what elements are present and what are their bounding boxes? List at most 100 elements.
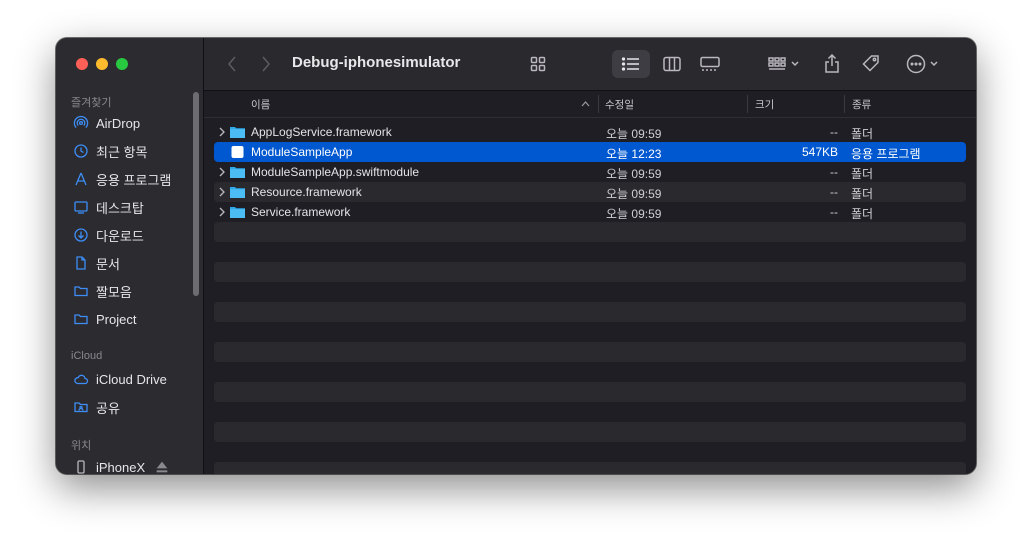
file-size: 547KB xyxy=(801,145,838,159)
window-title: Debug-iphonesimulator xyxy=(292,54,461,71)
file-row[interactable]: Resource.framework 오늘 09:59 -- 폴더 xyxy=(214,182,966,202)
share-icon xyxy=(825,54,839,73)
airdrop-icon xyxy=(72,114,90,132)
group-button[interactable] xyxy=(764,52,804,76)
ellipsis-circle-icon xyxy=(906,54,925,74)
sidebar-item-downloads[interactable]: 다운로드 xyxy=(72,224,144,246)
sidebar-item-recents[interactable]: 최근 항목 xyxy=(72,140,147,162)
gallery-icon xyxy=(700,56,720,71)
file-name: AppLogService.framework xyxy=(251,125,392,139)
sidebar-item-shared[interactable]: 공유 xyxy=(72,396,120,418)
more-actions-button[interactable] xyxy=(902,52,942,76)
window-controls xyxy=(76,58,128,70)
empty-row-stripe xyxy=(214,382,966,402)
empty-row-stripe xyxy=(214,342,966,362)
chevron-down-icon xyxy=(791,61,799,67)
sidebar-item-label: 짤모음 xyxy=(96,284,132,300)
folder-icon xyxy=(72,310,90,328)
minimize-button[interactable] xyxy=(96,58,108,70)
clock-icon xyxy=(72,142,90,160)
sidebar-item-documents[interactable]: 문서 xyxy=(72,252,120,274)
disclosure-chevron-icon[interactable] xyxy=(218,166,226,178)
file-date: 오늘 09:59 xyxy=(606,167,662,181)
eject-icon[interactable] xyxy=(154,459,170,474)
column-kind-header[interactable]: 종류 xyxy=(852,97,871,112)
empty-row-stripe xyxy=(214,262,966,282)
share-button[interactable] xyxy=(820,52,844,76)
tag-icon xyxy=(862,55,879,72)
gallery-view-button[interactable] xyxy=(696,52,724,76)
sidebar-item-label: Project xyxy=(96,311,137,327)
file-date: 오늘 09:59 xyxy=(606,207,662,221)
file-size: -- xyxy=(830,125,838,139)
file-name: ModuleSampleApp.swiftmodule xyxy=(251,165,420,179)
finder-window: 즐겨찾기 AirDrop 최근 항목 응용 프로그램 데스크탑 다운로드 문서 … xyxy=(56,38,976,474)
folder-icon xyxy=(230,187,245,198)
empty-row-stripe xyxy=(214,302,966,322)
chevron-right-icon xyxy=(262,56,270,72)
sidebar-item-label: 공유 xyxy=(96,400,120,416)
sidebar-item-label: iPhoneX xyxy=(96,459,146,475)
column-size-header[interactable]: 크기 xyxy=(755,97,774,112)
columns-icon xyxy=(663,56,681,72)
close-button[interactable] xyxy=(76,58,88,70)
sidebar-item-label: 데스크탑 xyxy=(96,200,144,216)
sidebar-section-favorites: 즐겨찾기 xyxy=(71,97,112,109)
file-row[interactable]: Service.framework 오늘 09:59 -- 폴더 xyxy=(214,202,966,222)
sidebar-item-label: iCloud Drive xyxy=(96,371,167,387)
icon-view-button[interactable] xyxy=(524,52,552,76)
sidebar-item-label: 응용 프로그램 xyxy=(96,172,172,188)
file-date: 오늘 09:59 xyxy=(606,127,662,141)
sidebar-section-locations: 위치 xyxy=(71,440,92,452)
empty-row-stripe xyxy=(214,422,966,442)
sort-ascending-icon xyxy=(581,101,590,107)
sidebar-item-desktop[interactable]: 데스크탑 xyxy=(72,196,144,218)
download-icon xyxy=(72,226,90,244)
forward-button[interactable] xyxy=(256,52,276,76)
iphone-icon xyxy=(72,458,90,474)
sidebar-item-icloud-drive[interactable]: iCloud Drive xyxy=(72,368,167,390)
zoom-button[interactable] xyxy=(116,58,128,70)
sidebar-item-applications[interactable]: 응용 프로그램 xyxy=(72,168,171,190)
empty-row-stripe xyxy=(214,462,966,474)
file-kind: 응용 프로그램 xyxy=(851,147,921,161)
column-date-header[interactable]: 수정일 xyxy=(605,97,634,112)
sidebar-scrollbar[interactable] xyxy=(193,92,199,296)
shared-folder-icon xyxy=(72,398,90,416)
column-view-button[interactable] xyxy=(658,52,686,76)
disclosure-chevron-icon[interactable] xyxy=(218,206,226,218)
application-icon xyxy=(231,146,244,158)
file-kind: 폴더 xyxy=(851,167,874,181)
file-row-selected[interactable]: ModuleSampleApp 오늘 12:23 547KB 응용 프로그램 xyxy=(214,142,966,162)
list-view-button[interactable] xyxy=(612,50,650,78)
sidebar-item-airdrop[interactable]: AirDrop xyxy=(72,112,140,134)
file-name: Service.framework xyxy=(251,205,351,219)
file-size: -- xyxy=(830,185,838,199)
empty-row-stripe xyxy=(214,222,966,242)
desktop-icon xyxy=(72,198,90,216)
main-pane: Debug-iphonesimulator 이름 수정일 크기 종류 AppLo… xyxy=(204,38,976,474)
column-name-header[interactable]: 이름 xyxy=(251,97,270,112)
sidebar: 즐겨찾기 AirDrop 최근 항목 응용 프로그램 데스크탑 다운로드 문서 … xyxy=(56,38,204,474)
file-kind: 폴더 xyxy=(851,127,874,141)
file-row[interactable]: AppLogService.framework 오늘 09:59 -- 폴더 xyxy=(214,122,966,142)
disclosure-chevron-icon[interactable] xyxy=(218,126,226,138)
grid-icon xyxy=(530,56,546,72)
file-name: Resource.framework xyxy=(251,185,362,199)
file-date: 오늘 09:59 xyxy=(606,187,662,201)
list-icon xyxy=(621,57,639,71)
column-header: 이름 수정일 크기 종류 xyxy=(204,91,976,118)
disclosure-chevron-icon[interactable] xyxy=(218,186,226,198)
applications-icon xyxy=(72,170,90,188)
sidebar-item-project[interactable]: Project xyxy=(72,308,136,330)
sidebar-item-label: 최근 항목 xyxy=(96,144,148,160)
sidebar-item-folder-1[interactable]: 짤모음 xyxy=(72,280,132,302)
tag-button[interactable] xyxy=(858,52,884,76)
file-row[interactable]: ModuleSampleApp.swiftmodule 오늘 09:59 -- … xyxy=(214,162,966,182)
file-size: -- xyxy=(830,165,838,179)
folder-icon xyxy=(230,127,245,138)
folder-icon xyxy=(230,207,245,218)
sidebar-item-iphonex[interactable]: iPhoneX xyxy=(72,456,170,474)
cloud-icon xyxy=(72,370,90,388)
back-button[interactable] xyxy=(222,52,242,76)
